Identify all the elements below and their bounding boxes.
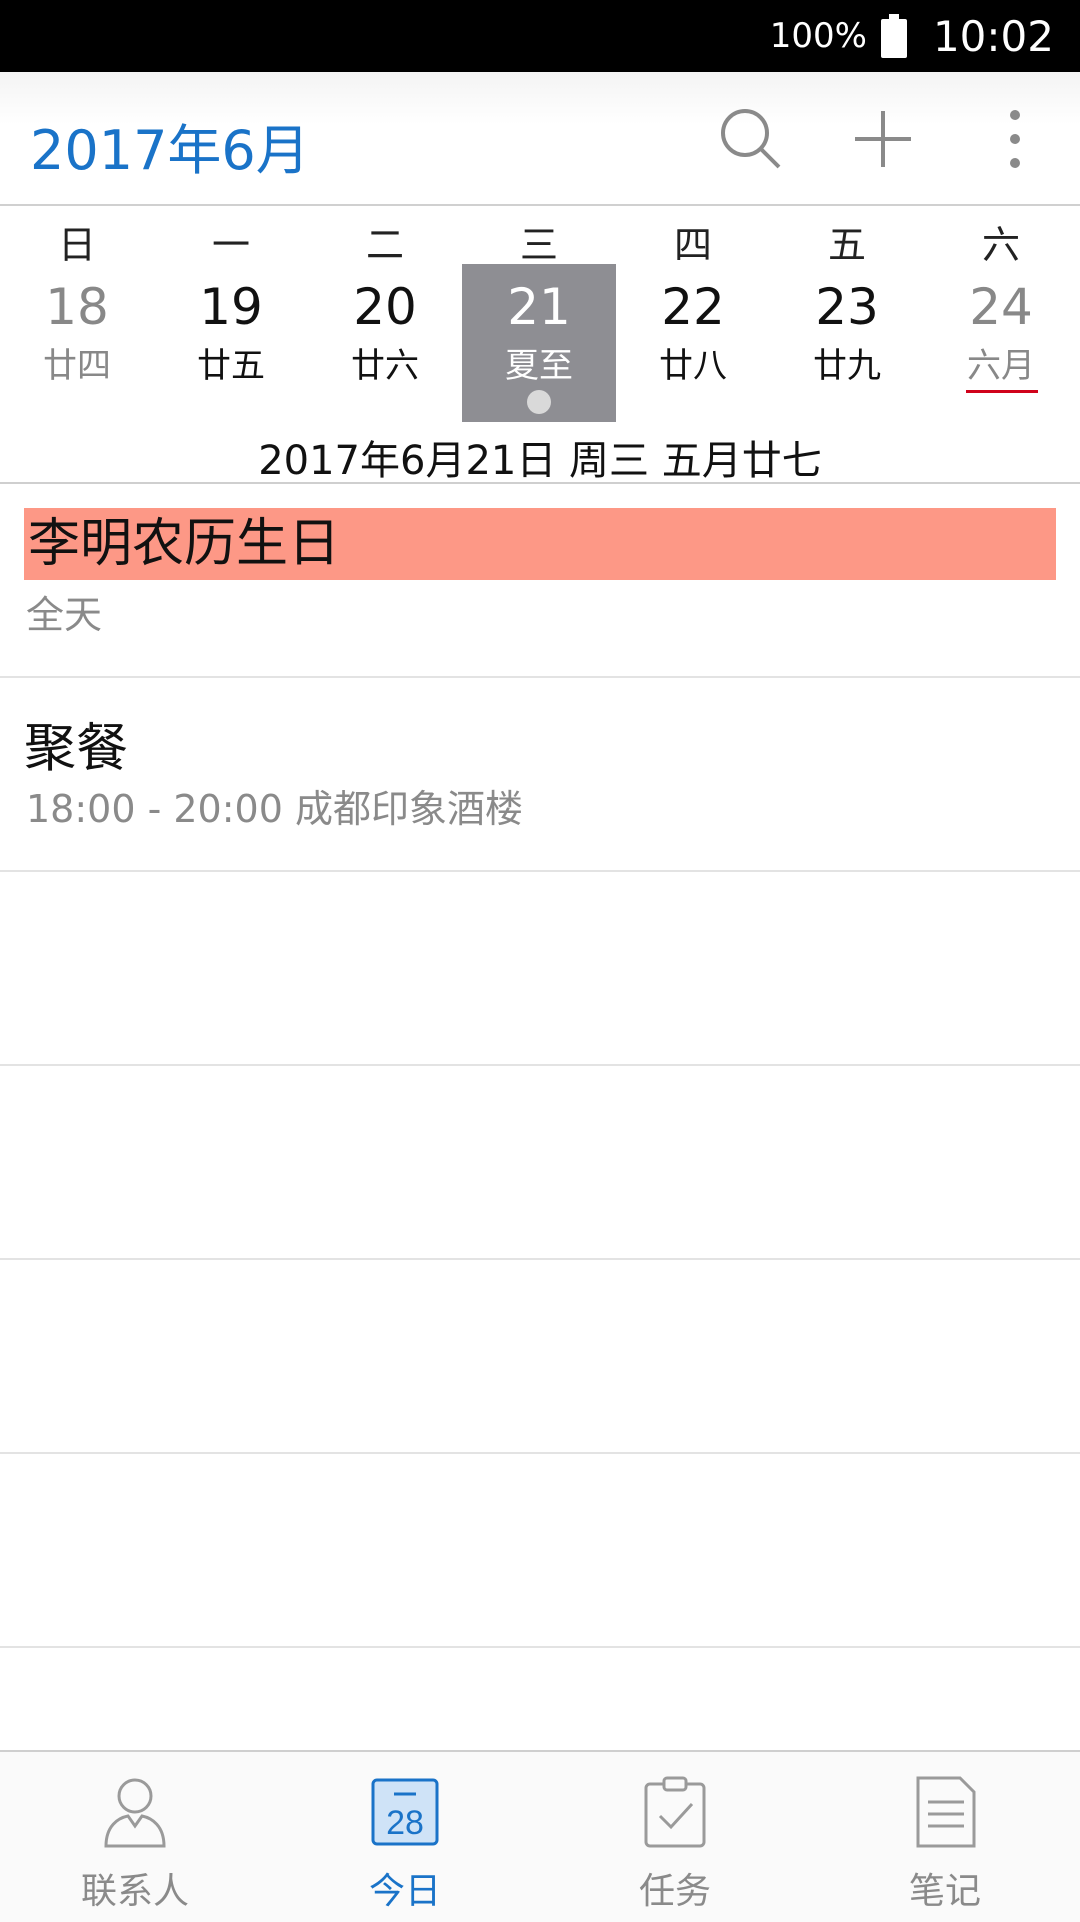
- day-column-sun: 日 18 廿四: [0, 206, 154, 426]
- day-cell-24[interactable]: 24 六月: [924, 264, 1078, 422]
- day-column-sat: 六 24 六月: [924, 206, 1078, 426]
- weekday-header: 四: [673, 223, 712, 267]
- weekday-header: 三: [519, 223, 558, 267]
- nav-label: 联系人: [80, 1871, 189, 1912]
- calendar-icon-day: 28: [386, 1804, 424, 1842]
- nav-label: 任务: [638, 1871, 711, 1912]
- empty-row[interactable]: [0, 872, 1080, 1066]
- task-clipboard-icon: [644, 1776, 706, 1848]
- day-cell-21-selected[interactable]: 21 夏至: [462, 264, 616, 422]
- lunar-date: 廿四: [43, 346, 111, 386]
- lunar-date: 廿五: [197, 346, 265, 386]
- add-icon: [855, 111, 911, 167]
- event-row[interactable]: 李明农历生日 全天: [0, 484, 1080, 678]
- status-time: 10:02: [932, 11, 1054, 61]
- event-title: 聚餐: [24, 719, 129, 779]
- lunar-date: 廿六: [351, 346, 419, 386]
- weekday-header: 日: [57, 223, 96, 267]
- empty-row[interactable]: [0, 1454, 1080, 1648]
- month-title[interactable]: 2017年6月: [30, 106, 310, 185]
- week-strip: 日 18 廿四 一 19 廿五 二 20 廿六 三 21 夏至 四 22 廿八: [0, 206, 1080, 484]
- status-bar: 100% 10:02: [0, 0, 1080, 72]
- lunar-date: 六月: [967, 346, 1035, 386]
- day-cell-20[interactable]: 20 廿六: [308, 264, 462, 422]
- event-row[interactable]: 聚餐 18:00 - 20:00 成都印象酒楼: [0, 678, 1080, 872]
- event-title: 李明农历生日: [24, 508, 1056, 580]
- weekday-header: 二: [365, 223, 404, 267]
- day-number: 23: [815, 278, 879, 336]
- nav-label: 今日: [368, 1871, 441, 1912]
- day-number: 18: [45, 278, 109, 336]
- search-icon: [721, 109, 781, 169]
- selected-date-text: 2017年6月21日 周三 五月廿七: [258, 438, 822, 484]
- day-number: 20: [353, 278, 417, 336]
- day-column-fri: 五 23 廿九: [770, 206, 924, 426]
- nav-contacts[interactable]: 联系人: [0, 1752, 270, 1922]
- event-time: 全天: [26, 593, 103, 637]
- add-event-button[interactable]: [838, 94, 928, 184]
- nav-label: 笔记: [908, 1871, 981, 1912]
- more-options-button[interactable]: [970, 94, 1060, 184]
- day-number: 22: [661, 278, 725, 336]
- nav-today[interactable]: 28 今日: [270, 1752, 540, 1922]
- more-vertical-icon: [1010, 110, 1020, 168]
- day-cell-23[interactable]: 23 廿九: [770, 264, 924, 422]
- weekday-header: 一: [211, 223, 250, 267]
- lunar-date: 廿八: [659, 346, 727, 386]
- app-bar: 2017年6月: [0, 72, 1080, 206]
- day-cell-18[interactable]: 18 廿四: [0, 264, 154, 422]
- event-time-location: 18:00 - 20:00 成都印象酒楼: [26, 787, 523, 831]
- nav-tasks[interactable]: 任务: [540, 1752, 810, 1922]
- day-column-tue: 二 20 廿六: [308, 206, 462, 426]
- empty-row[interactable]: [0, 1260, 1080, 1454]
- contacts-icon: [104, 1778, 166, 1848]
- battery-icon: [880, 14, 907, 58]
- day-number: 19: [199, 278, 263, 336]
- day-cell-19[interactable]: 19 廿五: [154, 264, 308, 422]
- empty-row[interactable]: [0, 1066, 1080, 1260]
- day-column-wed: 三 21 夏至: [462, 206, 616, 426]
- day-column-mon: 一 19 廿五: [154, 206, 308, 426]
- lunar-month-underline: [966, 390, 1038, 393]
- nav-notes[interactable]: 笔记: [810, 1752, 1080, 1922]
- weekday-header: 五: [827, 223, 866, 267]
- weekday-header: 六: [981, 223, 1020, 267]
- day-cell-22[interactable]: 22 廿八: [616, 264, 770, 422]
- bottom-navigation: 联系人 28 今日 任务 笔记: [0, 1750, 1080, 1922]
- search-button[interactable]: [706, 94, 796, 184]
- day-number: 21: [507, 278, 571, 336]
- day-column-thu: 四 22 廿八: [616, 206, 770, 426]
- battery-percentage: 100%: [769, 16, 867, 56]
- note-icon: [916, 1776, 976, 1848]
- event-indicator-dot: [527, 390, 551, 414]
- calendar-today-icon: 28: [371, 1778, 439, 1846]
- lunar-date: 夏至: [505, 346, 573, 386]
- lunar-date: 廿九: [813, 346, 881, 386]
- day-number: 24: [969, 278, 1033, 336]
